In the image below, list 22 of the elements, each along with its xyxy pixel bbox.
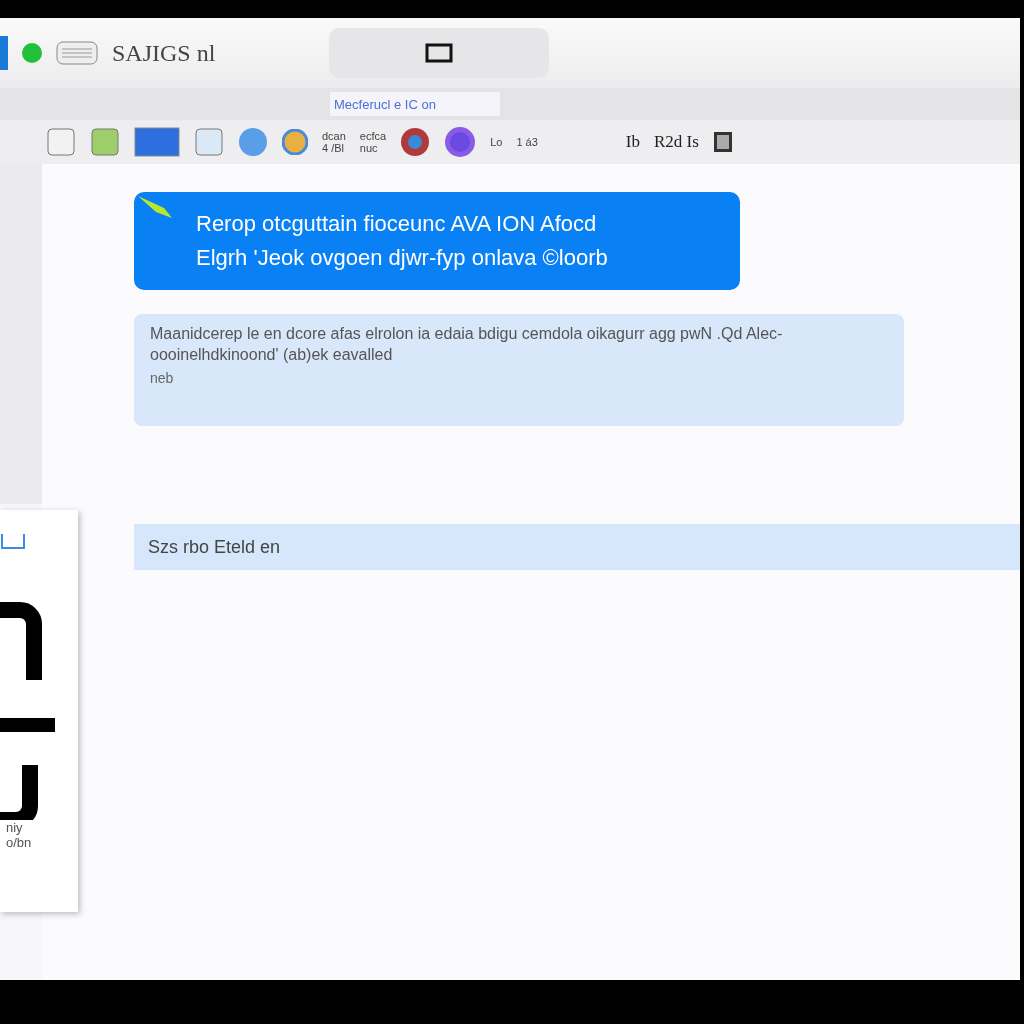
address-field[interactable]: Mecferucl e IC on (330, 92, 500, 116)
card-note: neb (150, 369, 175, 386)
window-title: SAJIGS nl (112, 39, 216, 67)
toolbar-label[interactable]: R2d Is (654, 132, 699, 152)
card-text: Maanidcerep le en dcore afas elrolon ia edaia bdigu cemdola oikagurr agg pwN .Qd Alec-oooinelhdkinoond' (ab)ek eavalled (150, 324, 784, 365)
toolbar-label[interactable]: Ib (625, 132, 640, 152)
notice-text: Szs rbo Eteld en (148, 536, 281, 558)
circle-icon[interactable] (400, 127, 431, 157)
toolbar-label[interactable]: ecfca nuc (359, 129, 387, 155)
message-text: Elgrh 'Jeok ovgoen djwr-fyp onlava ©loorb (196, 245, 609, 271)
keyboard-icon[interactable] (56, 41, 98, 65)
status-dot-icon (22, 43, 42, 63)
message-text: Rerop otcguttain fioceunc AVA ION Afocd (196, 211, 598, 237)
circle-icon[interactable] (238, 127, 268, 157)
toolbar-label[interactable]: 1 á3 (516, 135, 538, 149)
card-caption: o/bn (5, 835, 32, 850)
circle-icon[interactable] (444, 126, 477, 158)
card-caption: niy (5, 820, 23, 835)
toolbar-label[interactable]: dcan 4 /Bl (322, 129, 346, 155)
toolbar-label[interactable]: Lo (490, 135, 503, 149)
panel-icon[interactable] (712, 131, 733, 153)
browser-tab[interactable] (329, 28, 550, 78)
